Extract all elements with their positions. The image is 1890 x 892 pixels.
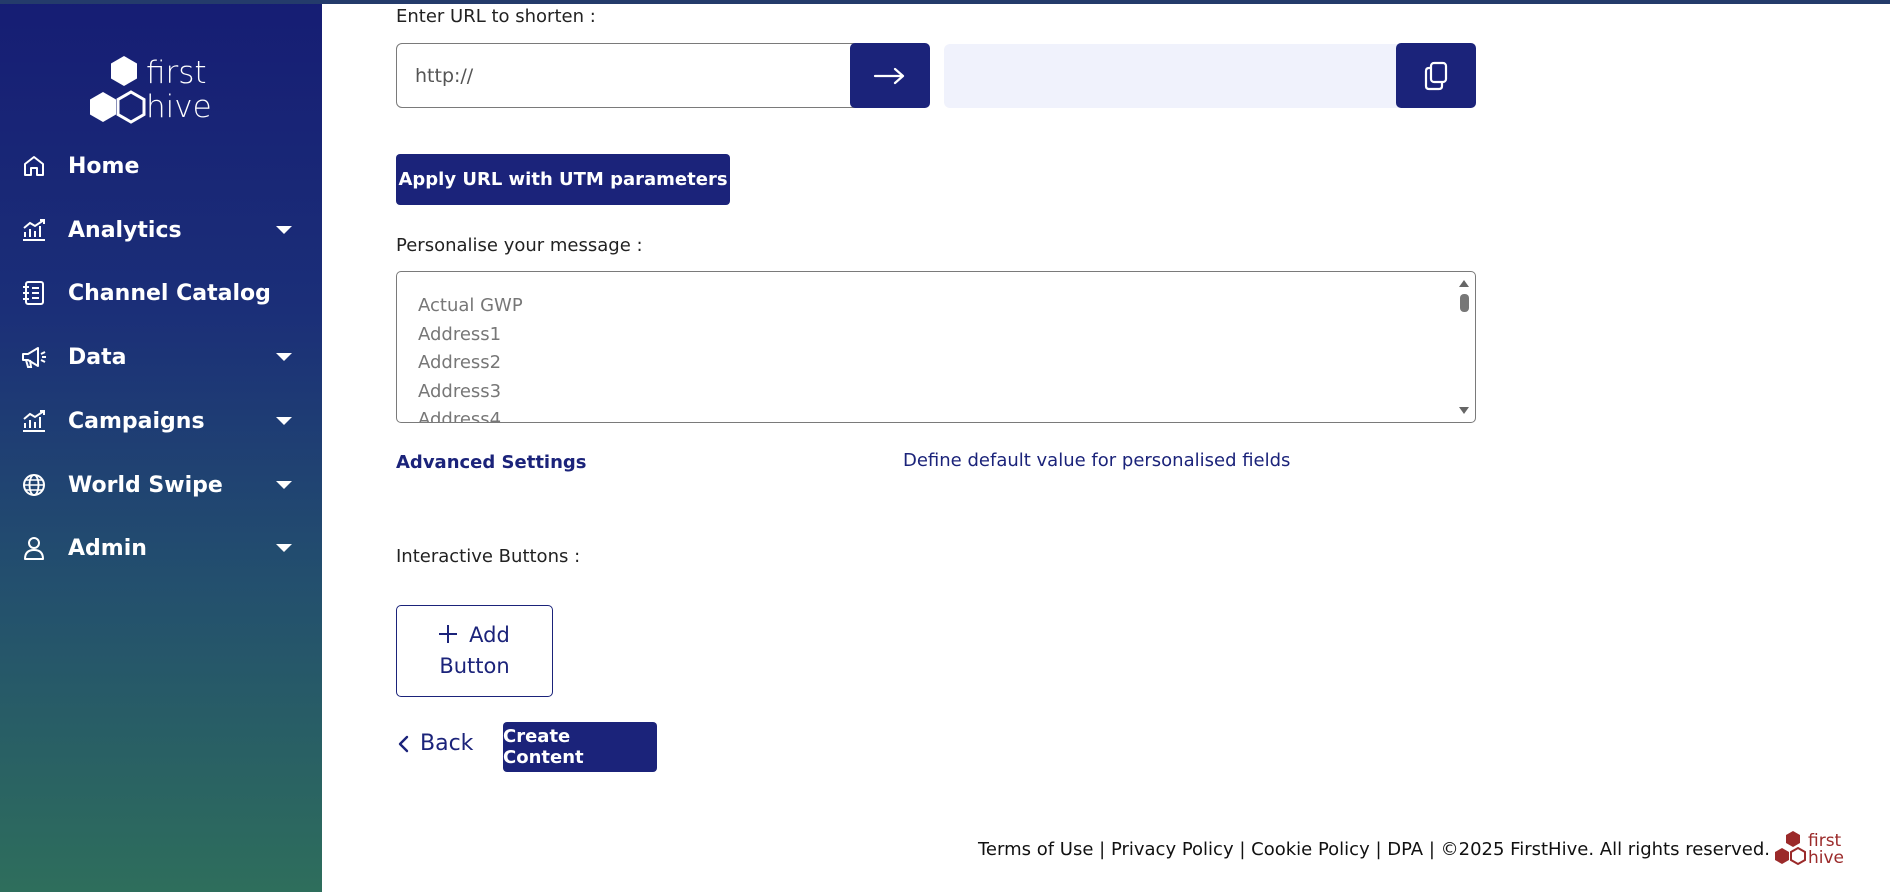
back-button[interactable]: Back [396, 731, 473, 756]
user-icon [20, 534, 48, 562]
personalise-fields-list[interactable]: Actual GWP Address1 Address2 Address3 Ad… [396, 271, 1476, 423]
svg-text:hive: hive [1808, 848, 1844, 868]
copy-icon [1424, 61, 1448, 90]
footer-separator: | [1093, 839, 1111, 860]
advanced-settings-link[interactable]: Advanced Settings [396, 452, 587, 473]
sidebar-item-channel-catalog[interactable]: Channel Catalog [0, 267, 322, 319]
footer-separator: | [1233, 839, 1252, 860]
catalog-icon [20, 279, 48, 307]
analytics-icon [20, 216, 48, 244]
sidebar-item-label: Data [68, 344, 127, 370]
sidebar: first hive Home Analytics Channel Catalo… [0, 0, 322, 892]
chevron-left-icon [398, 735, 409, 752]
add-button-label-line1: Add [469, 623, 510, 647]
interactive-buttons-label: Interactive Buttons : [396, 546, 581, 567]
list-item[interactable]: Address3 [418, 378, 523, 407]
sidebar-item-label: Admin [68, 535, 147, 561]
url-input[interactable]: http:// [396, 43, 866, 108]
footer-links: Terms of Use | Privacy Policy | Cookie P… [978, 839, 1770, 860]
shortened-url-field[interactable] [944, 44, 1404, 108]
chevron-down-icon [276, 481, 292, 489]
field-options: Actual GWP Address1 Address2 Address3 Ad… [418, 292, 523, 422]
terms-of-use-link[interactable]: Terms of Use [978, 839, 1093, 860]
sidebar-item-label: Channel Catalog [68, 280, 271, 306]
footer-separator: | [1369, 839, 1388, 860]
sidebar-item-campaigns[interactable]: Campaigns [0, 395, 322, 447]
arrow-right-icon [873, 67, 905, 84]
add-button-label-line2: Button [439, 654, 510, 678]
main-content: Enter URL to shorten : http:// Apply URL… [322, 0, 1890, 892]
chevron-down-icon [276, 544, 292, 552]
sidebar-item-label: World Swipe [68, 472, 223, 498]
list-item[interactable]: Address4 [418, 406, 523, 422]
footer-firsthive-logo: first hive [1772, 830, 1852, 874]
create-content-button[interactable]: Create Content [503, 722, 657, 772]
megaphone-icon [20, 343, 48, 371]
add-button-button[interactable]: Add Button [396, 605, 553, 697]
privacy-policy-link[interactable]: Privacy Policy [1111, 839, 1234, 860]
sidebar-item-data[interactable]: Data [0, 331, 322, 383]
scrollbar-thumb[interactable] [1460, 294, 1469, 312]
sidebar-item-analytics[interactable]: Analytics [0, 204, 322, 256]
sidebar-item-label: Analytics [68, 217, 182, 243]
sidebar-item-admin[interactable]: Admin [0, 522, 322, 574]
firsthive-logo[interactable]: first hive [84, 54, 244, 134]
sidebar-item-home[interactable]: Home [0, 140, 322, 192]
chevron-down-icon [276, 417, 292, 425]
copy-button[interactable] [1396, 43, 1476, 108]
url-label: Enter URL to shorten : [396, 6, 596, 27]
sidebar-item-label: Campaigns [68, 408, 205, 434]
campaigns-icon [20, 407, 48, 435]
window-top-border [0, 0, 1890, 4]
plus-icon [439, 625, 458, 643]
sidebar-item-world-swipe[interactable]: World Swipe [0, 459, 322, 511]
chevron-down-icon [276, 353, 292, 361]
logo-text: first hive [146, 55, 212, 125]
copyright-text: ©2025 FirstHive. All rights reserved. [1440, 839, 1770, 860]
apply-utm-button[interactable]: Apply URL with UTM parameters [396, 154, 730, 205]
globe-icon [20, 471, 48, 499]
cookie-policy-link[interactable]: Cookie Policy [1251, 839, 1370, 860]
list-item[interactable]: Address2 [418, 349, 523, 378]
personalise-label: Personalise your message : [396, 235, 643, 256]
list-item[interactable]: Actual GWP [418, 292, 523, 321]
shorten-url-button[interactable] [850, 43, 930, 108]
footer-separator: | [1423, 839, 1441, 860]
scroll-down-arrow[interactable] [1459, 407, 1469, 414]
url-placeholder: http:// [415, 64, 474, 87]
dpa-link[interactable]: DPA [1387, 839, 1423, 860]
list-item[interactable]: Address1 [418, 321, 523, 350]
back-label: Back [420, 731, 474, 756]
footer-hexagon-logo-icon: first hive [1775, 831, 1844, 868]
scroll-up-arrow[interactable] [1459, 280, 1469, 287]
hexagon-logo-icon [90, 56, 146, 124]
define-default-values-link[interactable]: Define default value for personalised fi… [903, 450, 1290, 471]
home-icon [20, 152, 48, 180]
sidebar-item-label: Home [68, 153, 140, 179]
chevron-down-icon [276, 226, 292, 234]
